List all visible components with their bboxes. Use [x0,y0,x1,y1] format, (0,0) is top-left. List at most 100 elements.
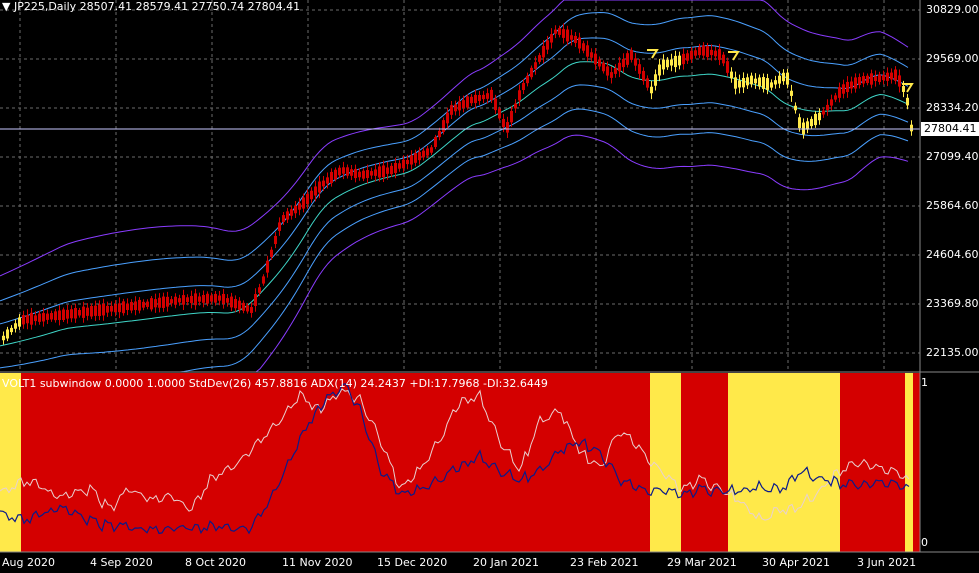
price-tick-label: 22135.00 [926,346,979,359]
candle-body [106,305,109,313]
candle-body [370,171,373,176]
candle-body [670,59,673,66]
candle-body [318,181,321,193]
candle-body [790,90,793,96]
candle-body [2,335,5,341]
candle-body [426,148,429,156]
lower-band [0,84,909,369]
candle-body [462,100,465,108]
candle-body [422,150,425,158]
candle-body [38,313,41,322]
candle-body [190,295,193,304]
candle-body [302,197,305,209]
candle-body [906,97,909,106]
candle-body [706,45,709,58]
candle-body [590,52,593,58]
regime-yellow-block [0,373,21,552]
candle-body [750,75,753,85]
candle-body [382,165,385,178]
candle-body [258,287,261,293]
price-tick-label: 25864.60 [926,199,979,212]
candle-body [294,205,297,214]
candle-body [334,169,337,180]
candle-body [286,211,289,220]
candle-body [322,180,325,187]
regime-yellow-block [905,373,913,552]
candle-body [794,105,797,111]
price-tick-label: 23369.80 [926,297,979,310]
candle-body [618,62,621,72]
subwindow-title: VOLT1 subwindow 0.0000 1.0000 StdDev(26)… [2,377,548,390]
candle-body [14,323,17,329]
candle-body [870,73,873,85]
candle-body [278,222,281,231]
candle-body [182,295,185,305]
candle-body [166,296,169,307]
current-price-badge: 27804.41 [921,122,979,136]
candle-body [82,306,85,318]
candle-body [854,77,857,89]
candle-body [822,110,825,115]
volatility-bands [0,0,909,373]
candle-body [446,112,449,124]
candle-body [226,298,229,303]
candle-body [170,299,173,304]
candle-body [250,307,253,313]
candle-body [718,49,721,60]
candle-body [438,130,441,138]
candle-body [114,304,117,313]
candle-body [586,45,589,57]
candle-body [22,315,25,325]
candle-body [754,78,757,84]
candle-body [622,58,625,68]
candle-body [638,64,641,74]
candle-body [66,309,69,319]
price-tick-label: 24604.60 [926,248,979,261]
candle-body [562,29,565,38]
inner-upper-band [0,11,909,302]
collapse-triangle-icon[interactable]: ▼ [2,0,10,13]
candle-body [450,105,453,115]
candle-body [662,59,665,70]
candle-body [194,293,197,306]
candle-body [122,301,125,314]
candle-body [542,45,545,58]
candle-body [458,101,461,111]
candle-body [254,294,257,306]
candle-body [566,29,569,42]
candle-body [470,96,473,104]
candle-body [658,64,661,76]
candle-body [234,298,237,309]
candle-body [634,58,637,66]
chart-canvas[interactable] [0,0,979,573]
candle-body [454,104,457,112]
candle-body [154,299,157,308]
candle-body [266,260,269,273]
candle-body [94,305,97,316]
candle-body [582,43,585,51]
candle-body [570,35,573,40]
candle-body [378,166,381,178]
candle-body [678,55,681,66]
candle-body [222,293,225,304]
candle-body [758,77,761,87]
candle-body [354,168,357,179]
candle-body [406,159,409,165]
candle-body [346,167,349,176]
candle-body [138,299,141,311]
candle-body [430,147,433,153]
candle-body [806,121,809,130]
candle-body [526,75,529,84]
main-window-title: ▼ JP225,Daily 28507.41 28579.41 27750.74… [2,0,300,13]
time-tick-label: 4 Sep 2020 [90,556,153,569]
candle-body [74,308,77,319]
candle-body [890,72,893,80]
candle-body [810,118,813,127]
candle-body [650,86,653,94]
candle-body [34,315,37,322]
subwindow-tick-label: 0 [921,536,928,549]
candle-body [834,95,837,100]
candle-body [290,209,293,216]
candle-body [510,110,513,123]
candle-body [274,235,277,245]
